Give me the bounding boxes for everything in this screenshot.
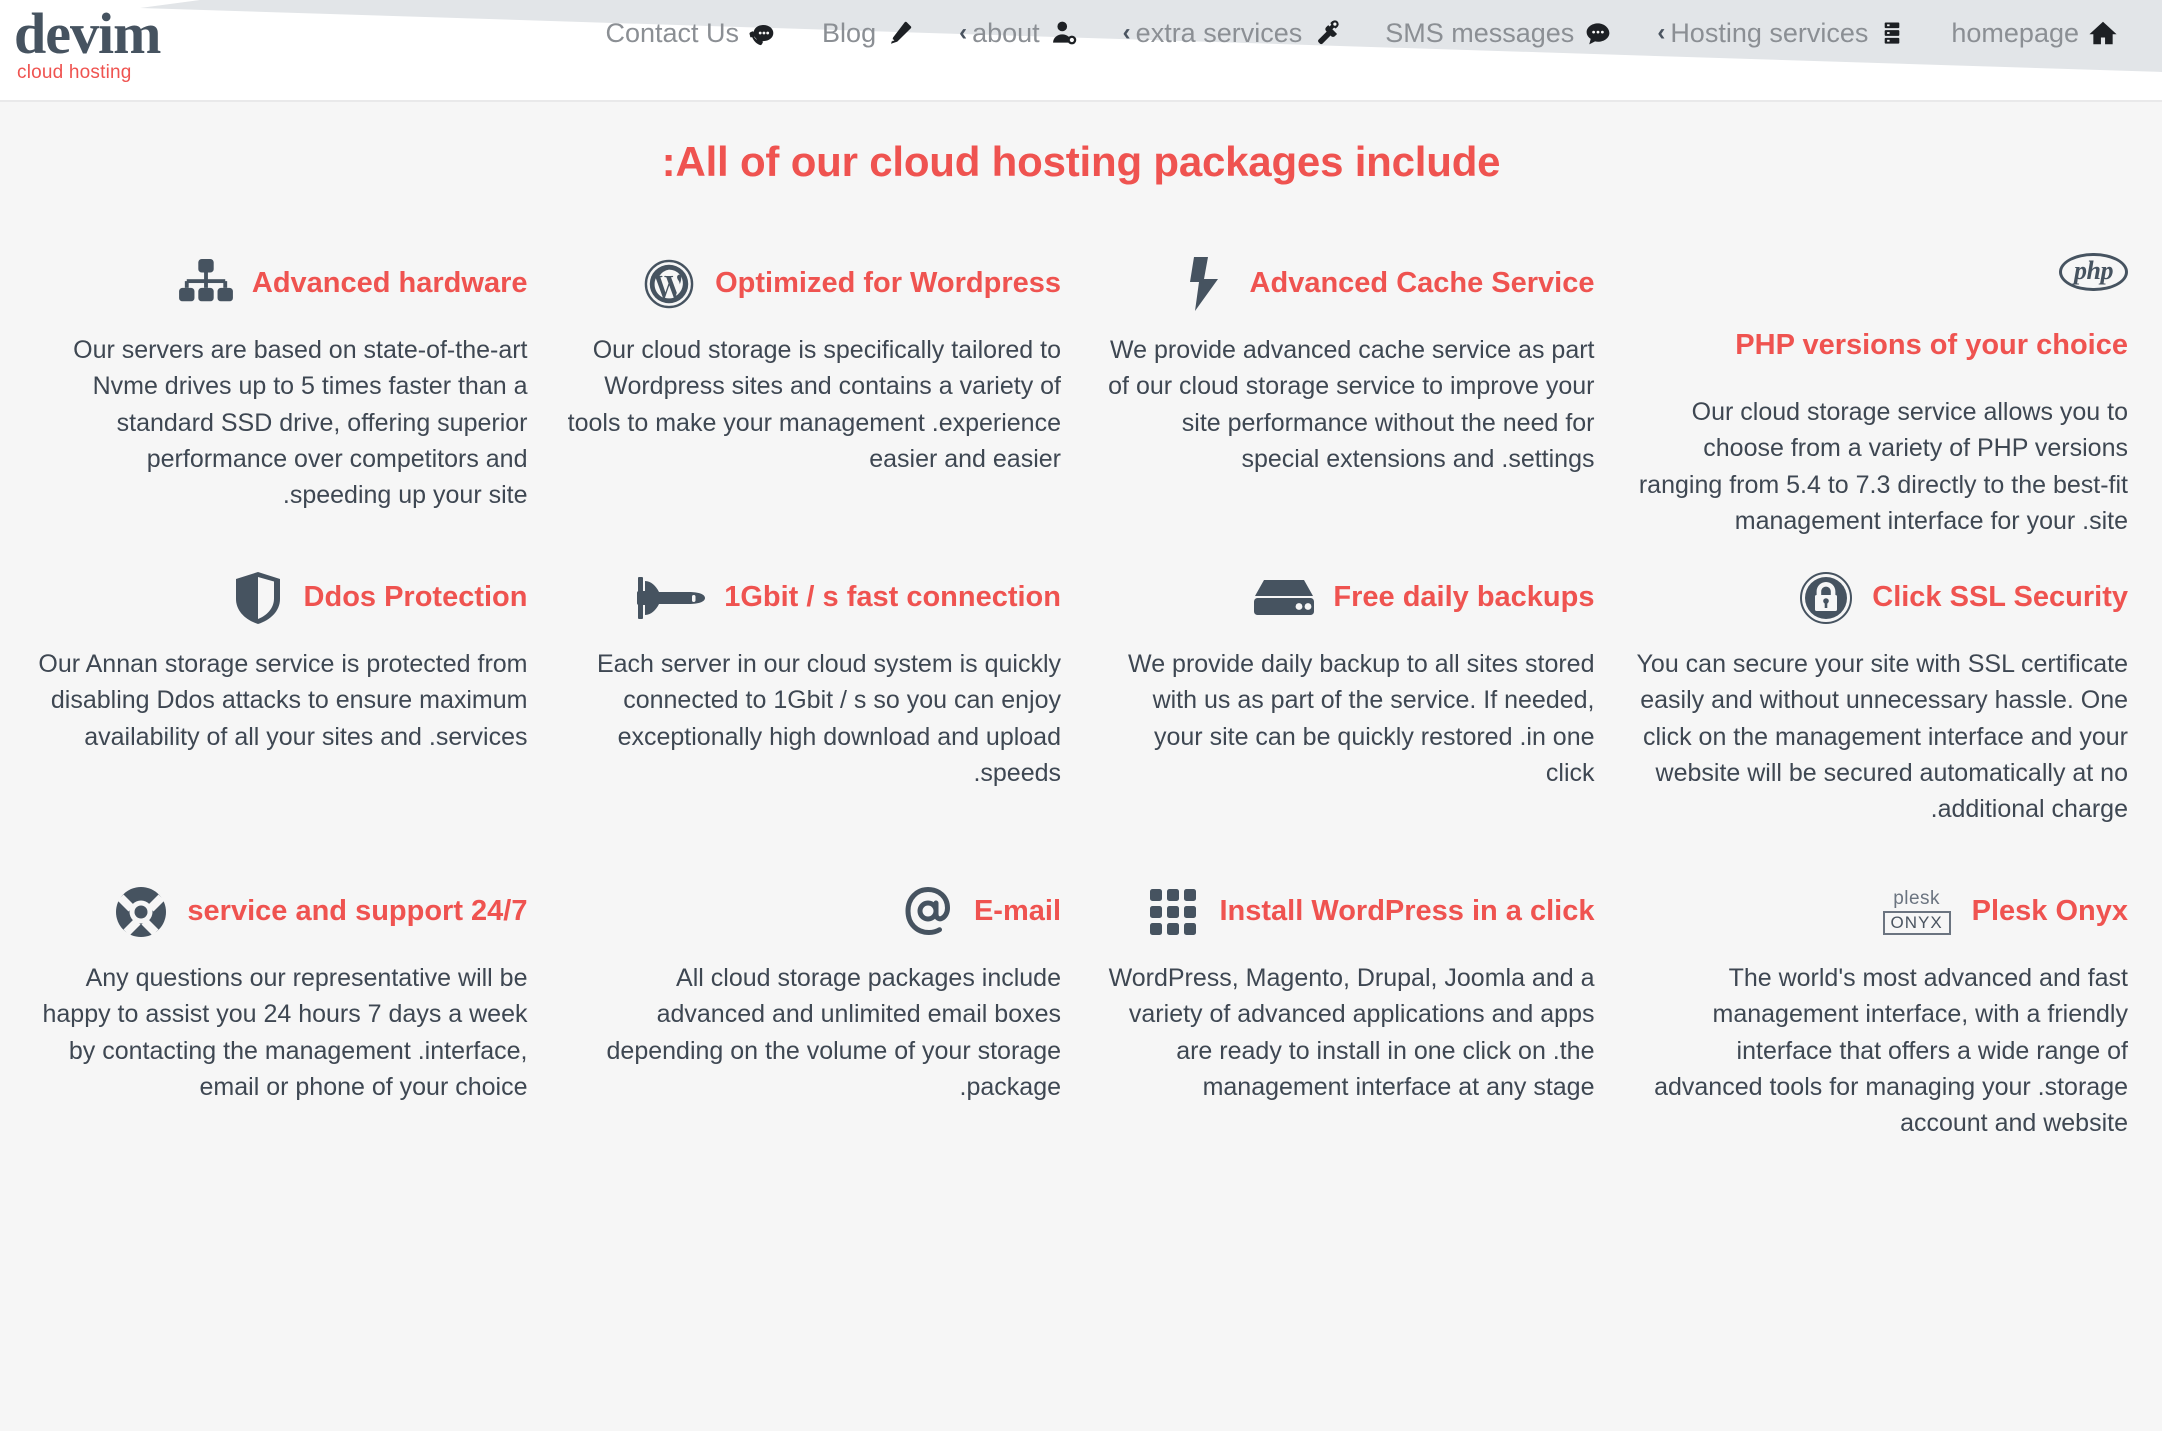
feature-header: Advanced hardware	[34, 244, 528, 324]
app-grid-icon	[1145, 884, 1201, 940]
feature-card-optimized-for-wordpress: Optimized for Wordpress Our cloud storag…	[548, 244, 1082, 558]
php-logo-text: php	[2059, 252, 2128, 292]
wordpress-icon	[641, 256, 697, 312]
feature-header: service and support 24/7	[34, 872, 528, 952]
feature-header: Advanced Cache Service	[1101, 244, 1595, 324]
feature-description: You can secure your site with SSL certif…	[1636, 650, 2128, 824]
chevron-left-icon: ‹	[1657, 19, 1666, 46]
site-header: devim cloud hosting Contact Us Blog ‹ ab…	[0, 0, 2162, 100]
feature-header: Plesk Onyx plesk ONYX	[1635, 872, 2128, 952]
nav-item-extra-services[interactable]: ‹ extra services	[1101, 14, 1364, 52]
nav-item-contact-us[interactable]: Contact Us	[583, 14, 800, 52]
nav-label: Contact Us	[605, 17, 740, 48]
user-icon	[1049, 18, 1079, 48]
feature-header: Free daily backups	[1101, 558, 1595, 638]
phone-chat-icon	[748, 18, 778, 48]
php-icon: php	[2059, 244, 2128, 300]
at-sign-icon	[900, 884, 956, 940]
shield-icon	[230, 570, 286, 626]
plesk-wordmark: plesk	[1893, 887, 1941, 909]
feature-title: Optimized for Wordpress	[715, 267, 1061, 300]
feature-card-email: E-mail All cloud storage packages includ…	[548, 872, 1082, 1186]
feature-header: Install WordPress in a click	[1101, 872, 1595, 952]
nav-item-about[interactable]: ‹ about	[937, 14, 1101, 52]
header-divider	[0, 100, 2162, 102]
feature-title: E-mail	[973, 895, 1061, 928]
feature-card-fast-connection: 1Gbit / s fast connection Each server in…	[548, 558, 1082, 872]
home-icon	[2088, 18, 2118, 48]
brand-logo[interactable]: devim cloud hosting	[14, 0, 161, 82]
nav-item-blog[interactable]: Blog	[800, 14, 937, 52]
feature-card-php-versions: php PHP versions of your choice Our clou…	[1615, 244, 2149, 558]
tools-icon	[1311, 18, 1341, 48]
feature-card-service-and-support: service and support 24/7 Any questions o…	[14, 872, 548, 1186]
chevron-left-icon: ‹	[959, 19, 968, 46]
brand-name: devim	[14, 1, 161, 66]
feature-header: E-mail	[568, 872, 1061, 952]
feature-title: Free daily backups	[1333, 581, 1595, 614]
nav-label: homepage	[1951, 17, 2079, 48]
feature-card-free-daily-backups: Free daily backups We provide daily back…	[1081, 558, 1615, 872]
nav-item-hosting-services[interactable]: ‹ Hosting services	[1635, 14, 1929, 52]
feature-description: We provide daily backup to all sites sto…	[1128, 650, 1595, 787]
feature-header: 1Gbit / s fast connection	[568, 558, 1061, 638]
feature-description: Our cloud storage service allows you to …	[1638, 398, 2128, 535]
server-rack-icon	[1877, 18, 1907, 48]
feature-title: Click SSL Security	[1872, 581, 2128, 614]
feature-description: Our cloud storage is specifically tailor…	[567, 336, 1061, 473]
sitemap-icon	[178, 256, 234, 312]
nav-label: Blog	[822, 17, 877, 48]
space-shuttle-icon	[636, 570, 706, 626]
life-ring-icon	[113, 884, 169, 940]
feature-card-advanced-cache-service: Advanced Cache Service We provide advanc…	[1081, 244, 1615, 558]
feature-description: Our Annan storage service is protected f…	[38, 650, 528, 751]
pencil-icon	[885, 18, 915, 48]
feature-header: Click SSL Security	[1635, 558, 2128, 638]
main-navigation: Contact Us Blog ‹ about ‹ extra services…	[583, 0, 2144, 52]
feature-card-advanced-hardware: Advanced hardware Our servers are based …	[14, 244, 548, 558]
feature-title: Advanced Cache Service	[1249, 267, 1595, 300]
feature-description: All cloud storage packages include advan…	[606, 964, 1061, 1101]
feature-title: service and support 24/7	[187, 895, 528, 928]
feature-header: Ddos Protection	[34, 558, 528, 638]
feature-card-click-ssl-security: Click SSL Security You can secure your s…	[1615, 558, 2149, 872]
plesk-onyx-badge: ONYX	[1882, 910, 1951, 936]
feature-description: The world's most advanced and fast manag…	[1654, 964, 2128, 1138]
nav-item-sms-messages[interactable]: SMS messages	[1363, 14, 1635, 52]
plesk-onyx-icon: plesk ONYX	[1880, 884, 1954, 940]
chat-bubble-icon	[1583, 18, 1613, 48]
feature-card-install-wordpress: Install WordPress in a click WordPress, …	[1081, 872, 1615, 1186]
feature-title: Advanced hardware	[251, 267, 528, 300]
feature-title: Ddos Protection	[303, 581, 528, 614]
feature-grid: Advanced hardware Our servers are based …	[0, 186, 2162, 1186]
feature-description: WordPress, Magento, Drupal, Joomla and a…	[1108, 964, 1595, 1101]
feature-card-ddos-protection: Ddos Protection Our Annan storage servic…	[14, 558, 548, 872]
hard-drive-icon	[1253, 570, 1315, 626]
lock-circle-icon	[1798, 570, 1854, 626]
feature-card-plesk-onyx: Plesk Onyx plesk ONYX The world's most a…	[1615, 872, 2149, 1186]
page-title: :All of our cloud hosting packages inclu…	[661, 138, 1501, 185]
nav-label: Hosting services	[1670, 17, 1869, 48]
features-section: :All of our cloud hosting packages inclu…	[0, 102, 2162, 1431]
feature-description: We provide advanced cache service as par…	[1108, 336, 1595, 473]
nav-label: SMS messages	[1385, 17, 1575, 48]
feature-title: Install WordPress in a click	[1219, 895, 1595, 928]
feature-header: Optimized for Wordpress	[568, 244, 1061, 324]
feature-description: Any questions our representative will be…	[42, 964, 528, 1101]
feature-title: Plesk Onyx	[1971, 895, 2128, 928]
nav-label: extra services	[1135, 17, 1303, 48]
chevron-left-icon: ‹	[1122, 19, 1131, 46]
feature-description: Each server in our cloud system is quick…	[596, 650, 1061, 787]
nav-item-homepage[interactable]: homepage	[1929, 14, 2140, 52]
feature-title: 1Gbit / s fast connection	[724, 581, 1061, 614]
lightning-bolt-icon	[1176, 256, 1232, 312]
nav-label: about	[972, 17, 1040, 48]
feature-title: PHP versions of your choice	[1735, 329, 2128, 362]
feature-header: php PHP versions of your choice	[1635, 244, 2128, 386]
feature-description: Our servers are based on state-of-the-ar…	[73, 336, 528, 510]
